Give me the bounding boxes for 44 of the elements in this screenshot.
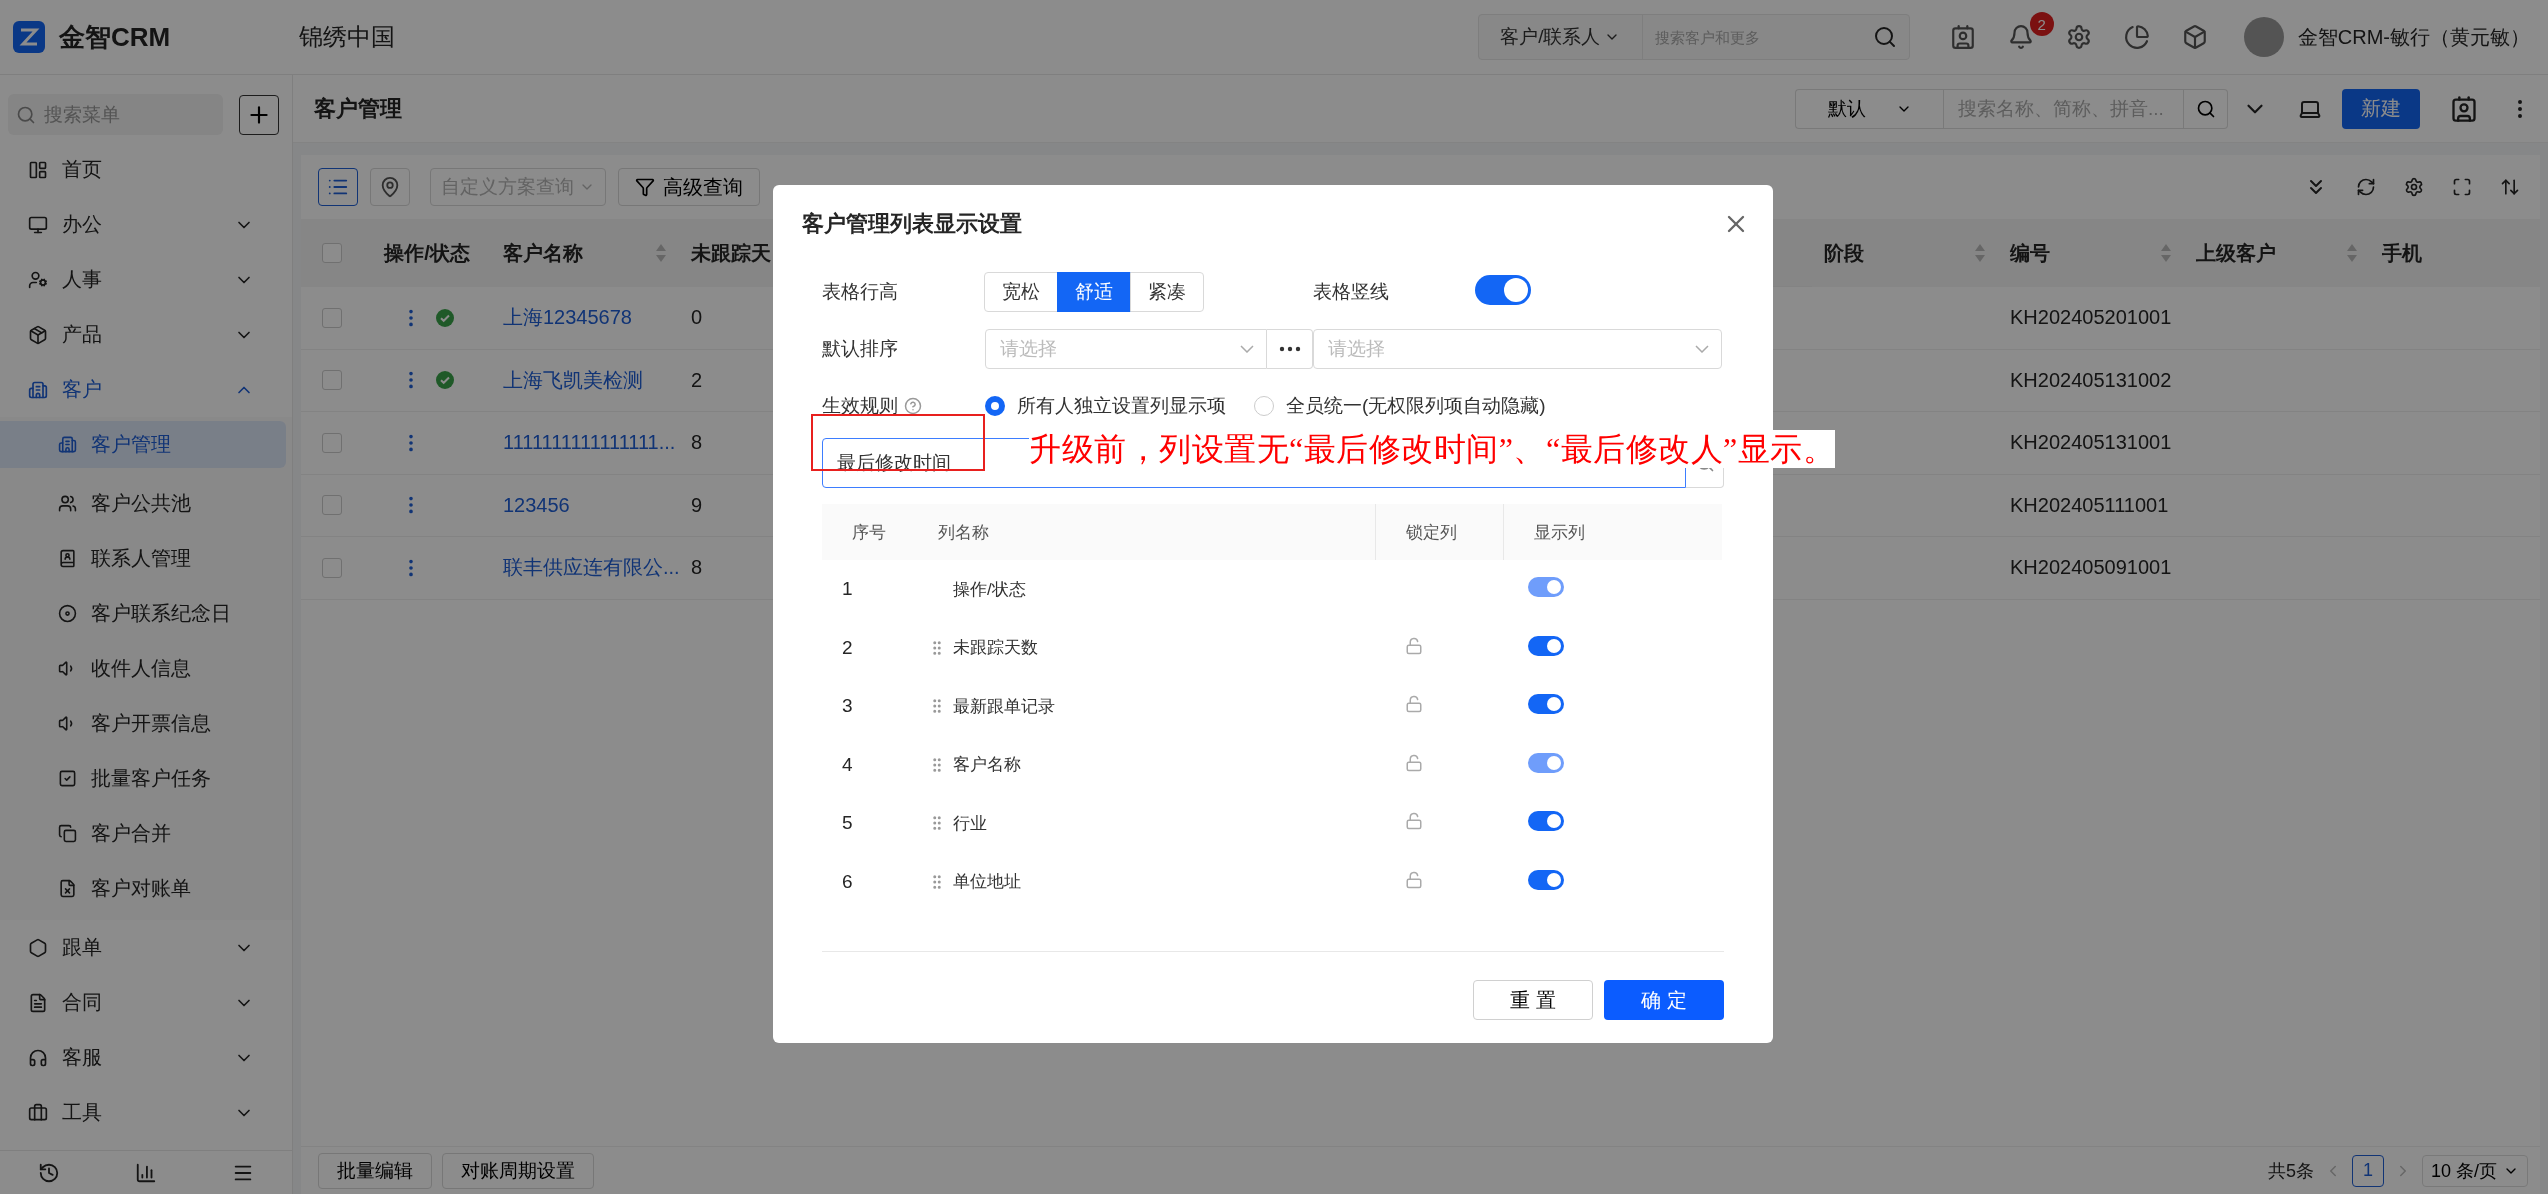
column-header: 编号: [1998, 219, 2184, 287]
brand-name: 金智CRM: [59, 20, 172, 54]
field-label: 生效规则: [822, 393, 898, 418]
column-header: 显示列: [1503, 504, 1722, 560]
column-header: 操作/状态: [363, 219, 491, 287]
column-header: 手机: [2370, 219, 2540, 287]
field-label: 表格竖线: [1313, 279, 1390, 304]
table-cell: 9: [691, 493, 703, 517]
column-header: 列名称: [918, 504, 1375, 560]
table-cell: KH202405201001: [2010, 306, 2172, 330]
table-cell: KH202405111001: [2010, 493, 2169, 517]
row-number: 1: [841, 578, 854, 601]
row-number: 2: [841, 636, 854, 659]
field-label: 默认排序: [822, 336, 899, 361]
table-cell: KH202405131001: [2010, 431, 2172, 455]
field-label: 表格行高: [822, 279, 899, 304]
table-cell: 8: [691, 431, 703, 455]
column-header: 锁定列: [1375, 504, 1503, 560]
row-number: 6: [841, 870, 854, 893]
total-count: 共5条: [2267, 1159, 2314, 1183]
row-number: 5: [841, 812, 854, 835]
column-name: 行业: [953, 812, 987, 835]
table-cell: KH202405131002: [2010, 368, 2172, 392]
column-name: 未跟踪天数: [953, 637, 1038, 660]
column-header: 阶段: [1812, 219, 1998, 287]
table-cell: KH202405091001: [2010, 556, 2172, 580]
column-header: 序号: [822, 504, 918, 560]
row-number: 4: [841, 753, 854, 776]
column-header: 上级客户: [2184, 219, 2370, 287]
column-header: 未跟踪天: [679, 219, 775, 287]
dialog-title: 客户管理列表显示设置: [802, 210, 1022, 238]
column-name: 客户名称: [953, 754, 1021, 777]
table-cell: 2: [691, 368, 703, 392]
table-cell: 0: [691, 306, 703, 330]
notification-badge: 2: [2029, 12, 2054, 36]
row-number: 3: [841, 695, 854, 718]
page-title: 客户管理: [314, 94, 403, 123]
company-name: 锦绣中国: [299, 22, 395, 52]
table-cell: 8: [691, 556, 703, 580]
annotation-text: 升级前，列设置无“最后修改时间”、“最后修改人”显示。: [1029, 430, 1836, 469]
column-header: 客户名称: [491, 219, 679, 287]
column-name: 单位地址: [953, 871, 1021, 894]
column-name: 操作/状态: [953, 578, 1026, 601]
column-name: 最新跟单记录: [953, 695, 1055, 718]
